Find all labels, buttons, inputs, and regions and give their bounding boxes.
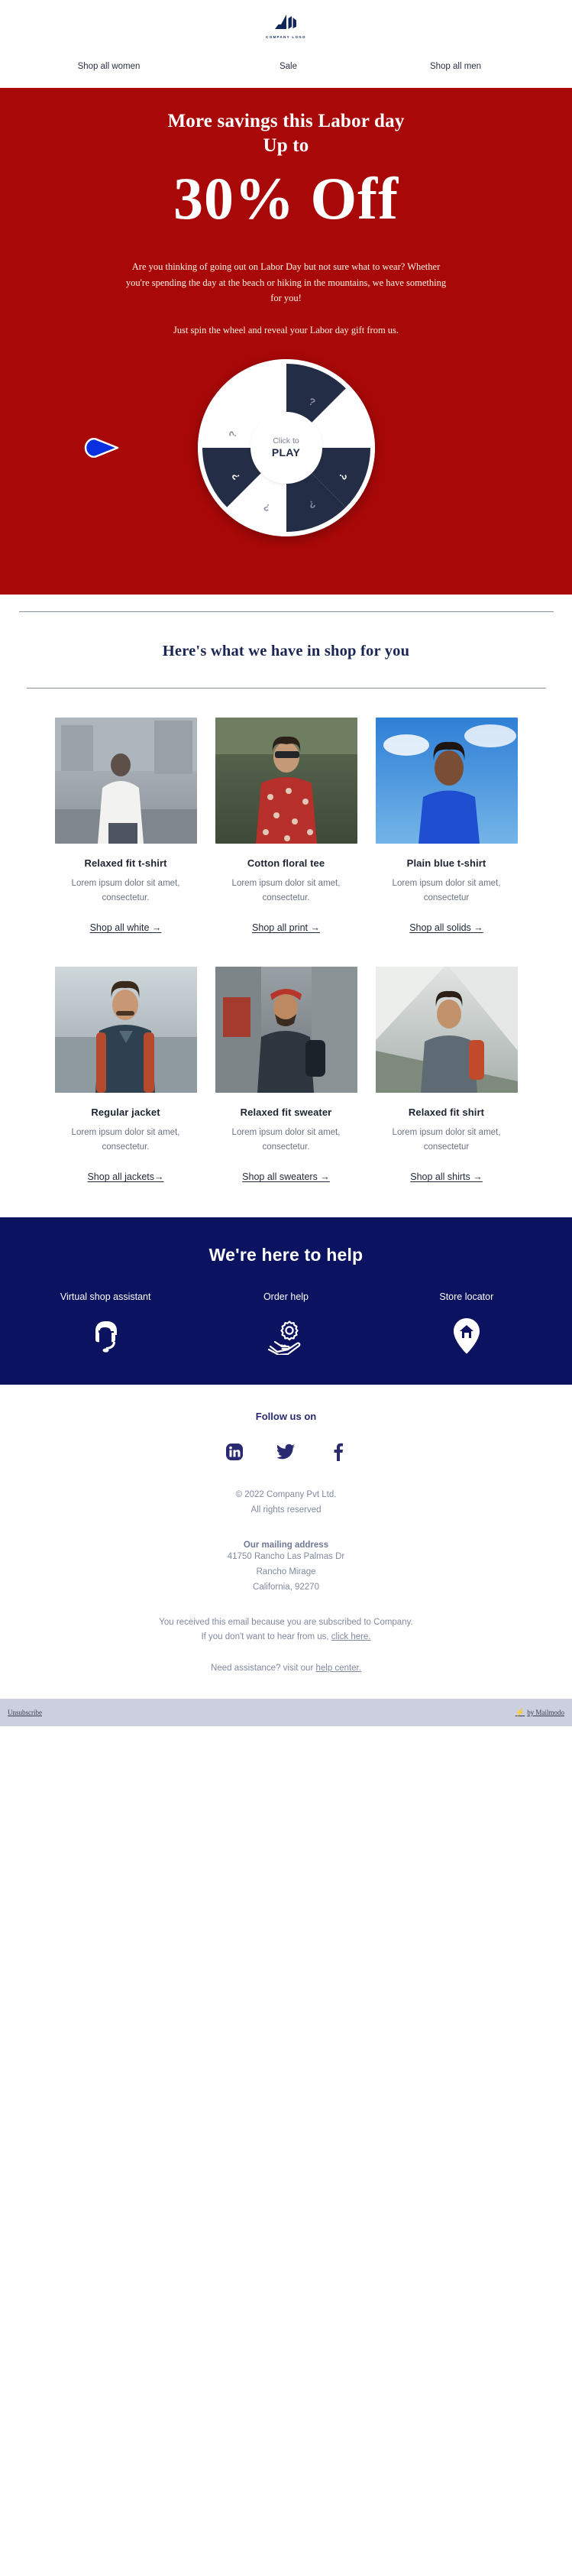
copyright-block: © 2022 Company Pvt Ltd. All rights reser…: [0, 1488, 572, 1518]
hero-banner: More savings this Labor day Up to 30% Of…: [0, 88, 572, 595]
follow-us-label: Follow us on: [255, 1411, 317, 1423]
product-image-man-in-floral-shirt: [215, 718, 357, 844]
headset-agent-icon: [15, 1314, 196, 1359]
product-description: Lorem ipsum dolor sit amet, consectetur: [392, 879, 501, 903]
company-logo[interactable]: COMPANY LOGO: [266, 11, 306, 39]
help-section-title: We're here to help: [208, 1245, 364, 1265]
legal-line-1: You received this email because you are …: [159, 1617, 413, 1627]
product-title: Relaxed fit shirt: [408, 1107, 485, 1119]
twitter-icon[interactable]: [276, 1442, 296, 1462]
product-image-man-camping-tent: [375, 967, 518, 1094]
product-grid-row-1: Relaxed fit t-shirt Lorem ipsum dolor si…: [0, 689, 572, 935]
hero-paragraph-2: Just spin the wheel and reveal your Labo…: [173, 325, 399, 336]
product-shop-link[interactable]: Shop all jackets→: [87, 1171, 163, 1182]
product-title: Cotton floral tee: [247, 857, 325, 870]
bolt-icon: ⚡: [515, 1708, 525, 1717]
product-title: Relaxed fit t-shirt: [84, 857, 167, 870]
help-item-label: Order help: [263, 1291, 309, 1303]
address-line-2: Rancho Mirage: [256, 1567, 316, 1577]
address-line-3: California, 92270: [253, 1582, 319, 1592]
product-description: Lorem ipsum dolor sit amet, consectetur.: [71, 1128, 180, 1152]
product-grid-row-2: Regular jacket Lorem ipsum dolor sit ame…: [0, 935, 572, 1184]
help-items-row: Virtual shop assistant Order help Store …: [0, 1291, 572, 1359]
product-description: Lorem ipsum dolor sit amet, consectetur.: [231, 1128, 341, 1152]
legal-line-2-prefix: If you don't want to hear from us,: [201, 1632, 331, 1642]
email-header: COMPANY LOGO: [0, 0, 572, 42]
unsubscribe-link[interactable]: Unsubscribe: [8, 1709, 42, 1716]
product-image-man-in-white-tshirt: [54, 718, 197, 844]
mailing-address: 41750 Rancho Las Palmas Dr Rancho Mirage…: [0, 1550, 572, 1595]
spin-wheel[interactable]: ? ? ? ? ? ? ? ? Click to PLAY: [197, 359, 375, 537]
product-card[interactable]: Regular jacket Lorem ipsum dolor sit ame…: [54, 967, 197, 1184]
provider-name: by Mailmodo: [527, 1709, 564, 1717]
product-card[interactable]: Cotton floral tee Lorem ipsum dolor sit …: [215, 718, 357, 935]
product-description: Lorem ipsum dolor sit amet, consectetur.: [71, 879, 180, 903]
help-item-store-locator[interactable]: Store locator: [376, 1291, 557, 1359]
help-item-label: Virtual shop assistant: [60, 1291, 151, 1303]
shop-section-title: Here's what we have in shop for you: [162, 643, 410, 660]
email-footer: Follow us on © 2022 Company Pvt Ltd. All…: [0, 1385, 572, 1727]
social-links: [0, 1442, 572, 1462]
legal-block: You received this email because you are …: [0, 1615, 572, 1646]
hero-headline-line-2: Up to: [263, 134, 309, 156]
nav-item-shop-all-women[interactable]: Shop all women: [78, 62, 141, 71]
shop-section-header: Here's what we have in shop for you: [0, 612, 572, 660]
product-shop-link[interactable]: Shop all white →: [90, 922, 162, 933]
provider-bar: Unsubscribe ⚡ by Mailmodo: [0, 1699, 572, 1727]
unsubscribe-click-here-link[interactable]: click here.: [331, 1632, 371, 1641]
copyright-line-2: All rights reserved: [250, 1505, 322, 1515]
facebook-icon[interactable]: [328, 1442, 348, 1462]
product-card[interactable]: Relaxed fit shirt Lorem ipsum dolor sit …: [375, 967, 518, 1184]
product-image-man-in-jacket: [54, 967, 197, 1094]
legal-line-2: If you don't want to hear from us, click…: [0, 1630, 572, 1645]
linkedin-icon[interactable]: [225, 1442, 244, 1462]
hero-discount: 30% Off: [173, 165, 399, 232]
nav-item-sale[interactable]: Sale: [280, 62, 297, 71]
product-image-man-with-backpack: [215, 967, 357, 1094]
hero-bottom-spacer: [0, 595, 572, 601]
assistance-prefix: Need assistance? visit our: [211, 1664, 316, 1674]
help-center-link[interactable]: help center.: [315, 1664, 360, 1673]
provider-credit[interactable]: ⚡ by Mailmodo: [515, 1709, 564, 1717]
spin-wheel-area: ? ? ? ? ? ? ? ? Click to PLAY: [0, 359, 572, 558]
help-section: We're here to help Virtual shop assistan…: [0, 1217, 572, 1385]
help-item-virtual-shop-assistant[interactable]: Virtual shop assistant: [15, 1291, 196, 1359]
help-item-label: Store locator: [439, 1291, 494, 1303]
wheel-hub-play-label: PLAY: [271, 446, 301, 459]
product-shop-link[interactable]: Shop all print →: [252, 922, 320, 933]
hero-paragraph-1: Are you thinking of going out on Labor D…: [125, 261, 447, 303]
product-description: Lorem ipsum dolor sit amet, consectetur: [392, 1128, 501, 1152]
map-pin-home-icon: [376, 1314, 557, 1359]
product-title: Plain blue t-shirt: [406, 857, 486, 870]
mailing-address-heading: Our mailing address: [243, 1541, 329, 1550]
help-item-order-help[interactable]: Order help: [196, 1291, 376, 1359]
leaf-logo-icon: [274, 15, 296, 29]
hero-headline-line-1: More savings this Labor day: [167, 111, 405, 131]
product-title: Relaxed fit sweater: [240, 1107, 332, 1119]
hero-headline: More savings this Labor day Up to: [0, 109, 572, 157]
product-description: Lorem ipsum dolor sit amet, consectetur.: [231, 879, 341, 903]
product-shop-link[interactable]: Shop all solids →: [409, 922, 483, 933]
email-body: COMPANY LOGO Shop all women Sale Shop al…: [0, 0, 572, 1727]
product-card[interactable]: Relaxed fit sweater Lorem ipsum dolor si…: [215, 967, 357, 1184]
assistance-line: Need assistance? visit our help center.: [0, 1664, 572, 1673]
product-shop-link[interactable]: Shop all shirts →: [410, 1171, 482, 1182]
address-line-1: 41750 Rancho Las Palmas Dr: [227, 1552, 345, 1562]
copyright-line-1: © 2022 Company Pvt Ltd.: [235, 1490, 337, 1500]
product-card[interactable]: Relaxed fit t-shirt Lorem ipsum dolor si…: [54, 718, 197, 935]
product-image-man-in-blue-tshirt: [375, 718, 518, 844]
wheel-hub-click-label: Click to: [273, 436, 299, 446]
product-title: Regular jacket: [91, 1107, 160, 1119]
nav-item-shop-all-men[interactable]: Shop all men: [430, 62, 481, 71]
hand-holding-gear-icon: [196, 1314, 376, 1359]
main-navigation: Shop all women Sale Shop all men: [0, 42, 572, 88]
product-shop-link[interactable]: Shop all sweaters →: [242, 1171, 330, 1182]
wheel-play-button[interactable]: Click to PLAY: [253, 415, 319, 481]
product-card[interactable]: Plain blue t-shirt Lorem ipsum dolor sit…: [375, 718, 518, 935]
logo-wordmark: COMPANY LOGO: [266, 35, 306, 39]
wheel-pointer-icon: [84, 438, 119, 458]
